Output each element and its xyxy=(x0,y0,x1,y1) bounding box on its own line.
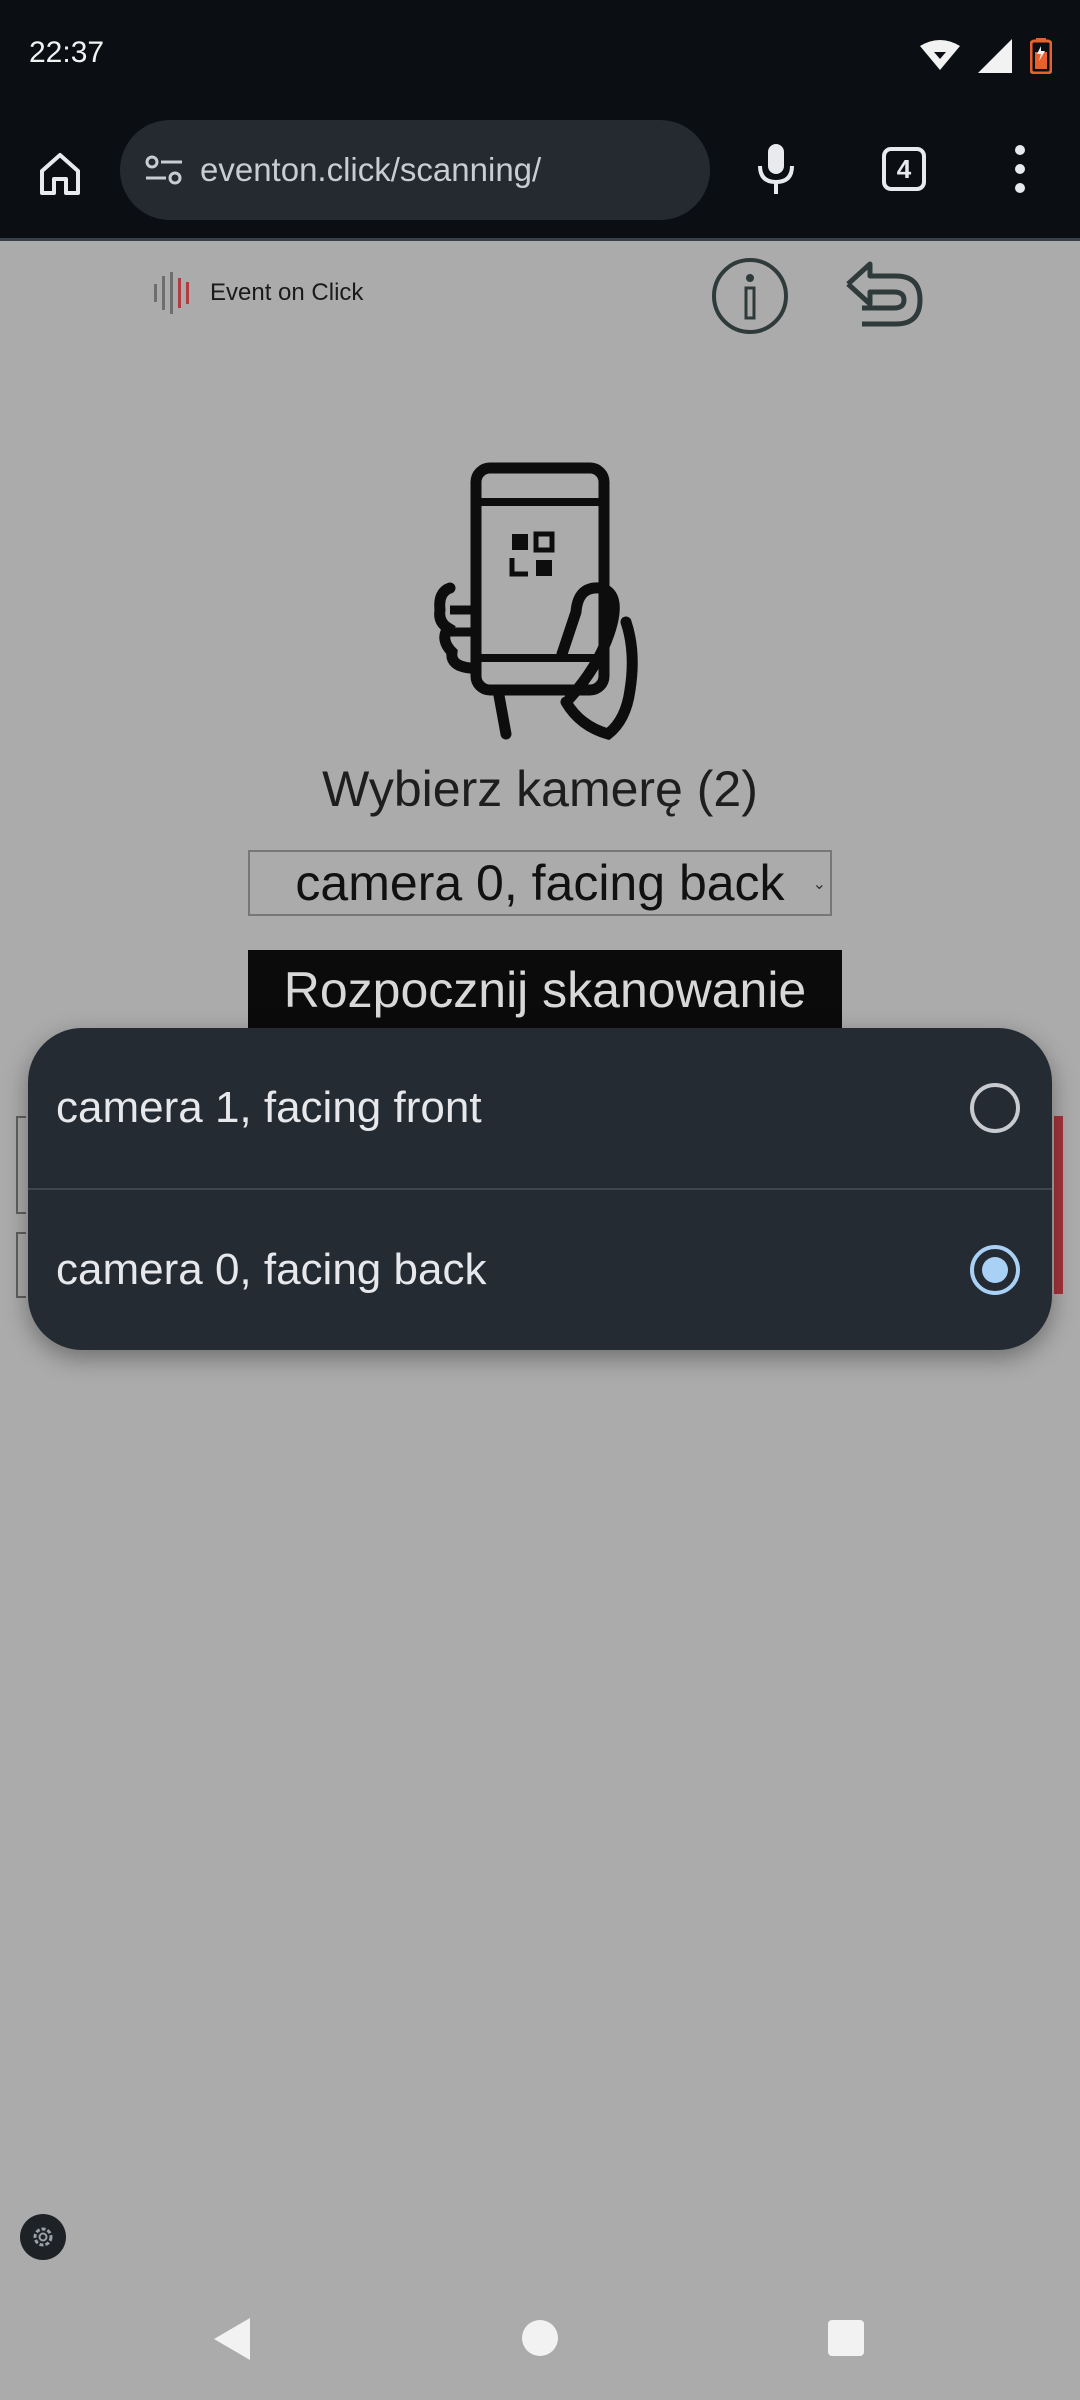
start-scanning-button[interactable]: Rozpocznij skanowanie xyxy=(248,950,842,1030)
more-vert-icon xyxy=(1015,145,1025,193)
site-settings-icon[interactable] xyxy=(142,148,186,192)
logo-text: Event on Click xyxy=(210,279,364,306)
home-button[interactable] xyxy=(28,141,92,205)
wifi-icon xyxy=(920,40,960,70)
phone-qr-scan-icon xyxy=(434,462,638,741)
site-logo[interactable]: Event on Click xyxy=(152,272,363,314)
nav-home-icon[interactable] xyxy=(522,2320,558,2356)
mic-icon xyxy=(758,144,794,194)
status-bar: 22:37 xyxy=(0,0,1080,113)
background-accent xyxy=(1054,1116,1063,1294)
battery-charging-icon xyxy=(1030,38,1052,74)
more-menu-button[interactable] xyxy=(990,137,1050,201)
camera-picker-dialog: camera 1, facing front camera 0, facing … xyxy=(28,1028,1052,1350)
tabs-button[interactable]: 4 xyxy=(872,137,936,201)
background-field xyxy=(16,1116,26,1214)
option-label: camera 1, facing front xyxy=(56,1083,482,1132)
settings-icon xyxy=(33,2227,53,2247)
nav-back-icon[interactable] xyxy=(212,2316,252,2362)
tabs-count: 4 xyxy=(896,153,912,184)
background-field xyxy=(16,1232,26,1298)
logo-bars-icon xyxy=(154,272,189,314)
camera-option-back[interactable]: camera 0, facing back xyxy=(28,1190,1052,1350)
settings-button[interactable] xyxy=(20,2214,66,2260)
nav-recents-icon[interactable] xyxy=(828,2320,864,2356)
status-time: 22:37 xyxy=(29,36,105,69)
info-icon[interactable] xyxy=(710,256,790,336)
camera-option-front[interactable]: camera 1, facing front xyxy=(28,1028,1052,1188)
signal-icon xyxy=(978,39,1012,73)
voice-search-button[interactable] xyxy=(744,137,808,201)
radio-checked-icon[interactable] xyxy=(970,1245,1020,1295)
camera-select[interactable]: camera 0, facing back ⌄ xyxy=(248,850,832,916)
undo-icon[interactable] xyxy=(842,258,926,334)
option-label: camera 0, facing back xyxy=(56,1245,487,1294)
url-bar[interactable]: eventon.click/scanning/ xyxy=(120,120,710,220)
browser-toolbar: eventon.click/scanning/ 4 xyxy=(0,113,1080,241)
camera-select-value: camera 0, facing back xyxy=(295,855,785,911)
status-icons xyxy=(920,38,1052,74)
radio-unchecked-icon[interactable] xyxy=(970,1083,1020,1133)
url-text[interactable]: eventon.click/scanning/ xyxy=(200,151,541,189)
home-icon xyxy=(40,153,80,195)
page-title: Wybierz kamerę (2) xyxy=(322,761,758,817)
chevron-down-icon: ⌄ xyxy=(812,874,826,893)
